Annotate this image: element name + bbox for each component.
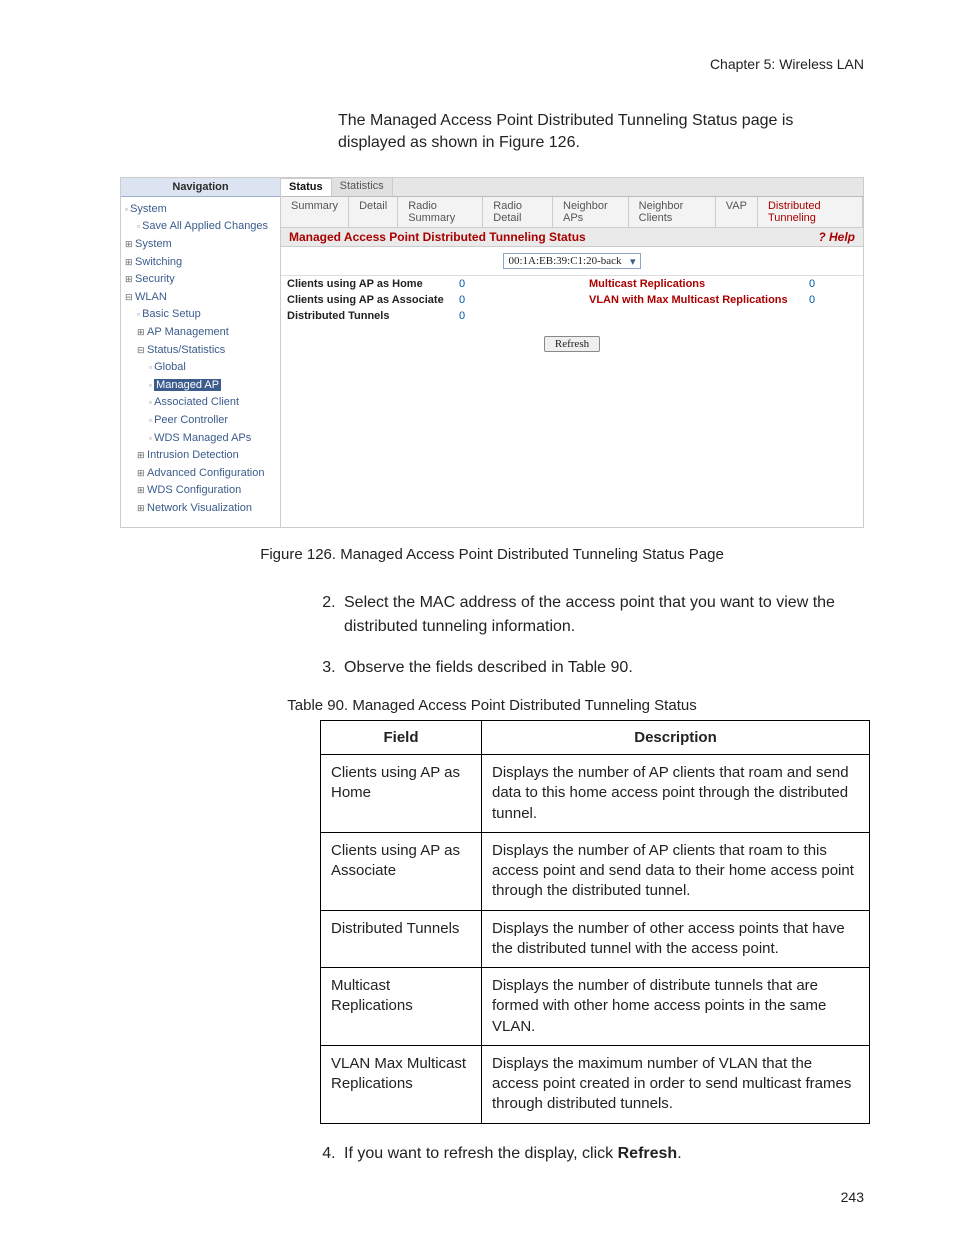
- subtab-neighbor-clients[interactable]: Neighbor Clients: [629, 197, 716, 227]
- nav-status-statistics[interactable]: Status/Statistics: [125, 342, 276, 360]
- value-multicast-replications: 0: [809, 278, 857, 290]
- row-clients-associate: Clients using AP as Associate 0 VLAN wit…: [281, 292, 863, 308]
- nav-system-root[interactable]: System: [125, 201, 276, 219]
- status-title: Managed Access Point Distributed Tunneli…: [289, 230, 818, 244]
- nav-security[interactable]: Security: [125, 271, 276, 289]
- nav-system[interactable]: System: [125, 236, 276, 254]
- page-number: 243: [841, 1189, 864, 1205]
- table-desc-cell: Displays the number of distribute tunnel…: [482, 968, 870, 1046]
- table-field-cell: Clients using AP as Associate: [321, 832, 482, 910]
- status-bar: Managed Access Point Distributed Tunneli…: [281, 228, 863, 247]
- table-field-cell: VLAN Max Multicast Replications: [321, 1045, 482, 1123]
- label-clients-associate: Clients using AP as Associate: [287, 294, 459, 306]
- refresh-button[interactable]: Refresh: [544, 336, 600, 352]
- table-field-cell: Multicast Replications: [321, 968, 482, 1046]
- help-link[interactable]: ? Help: [818, 230, 855, 244]
- value-clients-home: 0: [459, 278, 589, 290]
- label-clients-home: Clients using AP as Home: [287, 278, 459, 290]
- table-row: Multicast Replications Displays the numb…: [321, 968, 870, 1046]
- table-desc-cell: Displays the number of other access poin…: [482, 910, 870, 968]
- subtab-neighbor-aps[interactable]: Neighbor APs: [553, 197, 629, 227]
- nav-wds-config[interactable]: WDS Configuration: [125, 482, 276, 500]
- subtab-radio-summary[interactable]: Radio Summary: [398, 197, 483, 227]
- instruction-steps-cont: If you want to refresh the display, clic…: [316, 1142, 864, 1165]
- status-page-screenshot: Navigation System Save All Applied Chang…: [120, 177, 864, 529]
- step-4-text-a: If you want to refresh the display, clic…: [344, 1145, 618, 1162]
- nav-intrusion-detection[interactable]: Intrusion Detection: [125, 447, 276, 465]
- instruction-steps: Select the MAC address of the access poi…: [316, 591, 864, 679]
- nav-switching[interactable]: Switching: [125, 254, 276, 272]
- label-distributed-tunnels: Distributed Tunnels: [287, 310, 459, 322]
- subtab-distributed-tunneling[interactable]: Distributed Tunneling: [758, 197, 863, 227]
- value-vlan-max-multicast: 0: [809, 294, 857, 306]
- content-pane: Status Statistics Summary Detail Radio S…: [281, 178, 863, 528]
- subtab-radio-detail[interactable]: Radio Detail: [483, 197, 553, 227]
- table-row: VLAN Max Multicast Replications Displays…: [321, 1045, 870, 1123]
- row-distributed-tunnels: Distributed Tunnels 0: [281, 308, 863, 324]
- subtab-summary[interactable]: Summary: [281, 197, 349, 227]
- nav-save-changes[interactable]: Save All Applied Changes: [125, 218, 276, 236]
- navigation-pane: Navigation System Save All Applied Chang…: [121, 178, 281, 528]
- nav-wlan[interactable]: WLAN: [125, 289, 276, 307]
- table-desc-cell: Displays the maximum number of VLAN that…: [482, 1045, 870, 1123]
- subtab-vap[interactable]: VAP: [716, 197, 758, 227]
- table-header-field: Field: [321, 721, 482, 755]
- tab-status[interactable]: Status: [281, 178, 332, 196]
- tab-statistics[interactable]: Statistics: [332, 178, 393, 196]
- nav-basic-setup[interactable]: Basic Setup: [125, 306, 276, 324]
- mac-select-row: 00:1A:EB:39:C1:20-back: [281, 247, 863, 276]
- table-header-description: Description: [482, 721, 870, 755]
- table-caption: Table 90. Managed Access Point Distribut…: [120, 697, 864, 714]
- step-3: Observe the fields described in Table 90…: [340, 656, 864, 679]
- nav-advanced-config[interactable]: Advanced Configuration: [125, 465, 276, 483]
- row-clients-home: Clients using AP as Home 0 Multicast Rep…: [281, 276, 863, 292]
- table-field-cell: Clients using AP as Home: [321, 755, 482, 833]
- value-distributed-tunnels: 0: [459, 310, 589, 322]
- step-4-refresh-word: Refresh: [618, 1145, 678, 1162]
- nav-ap-management[interactable]: AP Management: [125, 324, 276, 342]
- nav-peer-controller[interactable]: Peer Controller: [125, 412, 276, 430]
- step-4: If you want to refresh the display, clic…: [340, 1142, 864, 1165]
- page-header: Chapter 5: Wireless LAN: [120, 56, 864, 72]
- navigation-tree: System Save All Applied Changes System S…: [121, 197, 280, 528]
- nav-wds-managed-aps[interactable]: WDS Managed APs: [125, 430, 276, 448]
- nav-network-visualization[interactable]: Network Visualization: [125, 500, 276, 518]
- primary-tabs: Status Statistics: [281, 178, 863, 197]
- table-desc-cell: Displays the number of AP clients that r…: [482, 755, 870, 833]
- refresh-row: Refresh: [281, 324, 863, 364]
- intro-paragraph: The Managed Access Point Distributed Tun…: [338, 110, 864, 155]
- figure-caption: Figure 126. Managed Access Point Distrib…: [120, 546, 864, 563]
- label-multicast-replications: Multicast Replications: [589, 278, 809, 290]
- nav-managed-ap[interactable]: Managed AP: [125, 377, 276, 395]
- field-description-table: Field Description Clients using AP as Ho…: [320, 720, 870, 1124]
- nav-global[interactable]: Global: [125, 359, 276, 377]
- mac-address-select[interactable]: 00:1A:EB:39:C1:20-back: [503, 253, 640, 269]
- table-row: Distributed Tunnels Displays the number …: [321, 910, 870, 968]
- label-vlan-max-multicast: VLAN with Max Multicast Replications: [589, 294, 809, 306]
- secondary-tabs: Summary Detail Radio Summary Radio Detai…: [281, 197, 863, 228]
- table-row: Clients using AP as Associate Displays t…: [321, 832, 870, 910]
- subtab-detail[interactable]: Detail: [349, 197, 398, 227]
- table-field-cell: Distributed Tunnels: [321, 910, 482, 968]
- value-clients-associate: 0: [459, 294, 589, 306]
- table-desc-cell: Displays the number of AP clients that r…: [482, 832, 870, 910]
- step-2: Select the MAC address of the access poi…: [340, 591, 864, 637]
- navigation-header: Navigation: [121, 178, 280, 197]
- table-row: Clients using AP as Home Displays the nu…: [321, 755, 870, 833]
- step-4-text-c: .: [677, 1145, 681, 1162]
- nav-associated-client[interactable]: Associated Client: [125, 394, 276, 412]
